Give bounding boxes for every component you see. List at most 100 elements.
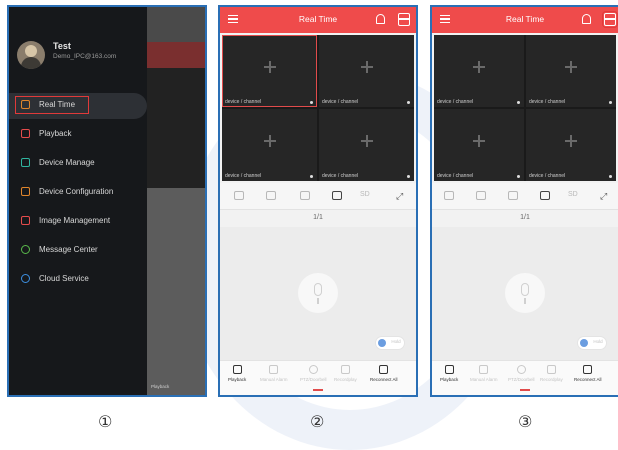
record-icon[interactable] [476,191,486,200]
add-icon[interactable] [565,135,577,147]
reconnect-icon [379,365,389,374]
page-title: Real Time [298,14,338,24]
quality-sd[interactable]: SD [568,191,578,198]
user-name: Test [53,41,71,51]
record-icon[interactable] [266,191,276,200]
nav-ptz[interactable]: PTZ/Doorbell [300,365,327,382]
user-email: Demo_IPC@163.com [53,53,117,60]
film-icon [232,365,242,374]
screen-side-menu: Playback Test Demo_IPC@163.com Real Time… [7,5,207,397]
add-icon[interactable] [473,135,485,147]
menu-item-message-center[interactable]: Message Center [9,238,147,264]
add-icon[interactable] [263,61,276,73]
film-icon [21,129,30,138]
add-icon[interactable] [263,135,276,147]
dimmed-main-screen: Playback [145,7,205,395]
talk-icon[interactable] [540,191,550,200]
microphone-button[interactable] [505,273,545,313]
bottom-nav: Playback Manual Alarm PTZ/Doorbell Recor… [220,360,416,395]
user-profile[interactable]: Test Demo_IPC@163.com [17,37,147,77]
video-cell[interactable]: device / channel [526,109,616,181]
alarm-icon [479,365,489,374]
nav-reconnect-all[interactable]: Reconnect All [574,365,602,382]
menu-item-real-time[interactable]: Real Time [9,93,147,119]
snapshot-icon[interactable] [234,191,244,200]
step-marker-2: ② [310,412,325,431]
menu-item-playback[interactable]: Playback [9,122,147,148]
hold-toggle[interactable]: Hold [376,337,404,349]
nav-indicator [520,389,530,391]
nav-playback[interactable]: Playback [440,365,458,382]
recordplay-icon [340,365,350,374]
menu-item-device-configuration[interactable]: Device Configuration [9,180,147,206]
talk-icon[interactable] [332,191,342,200]
nav-manual-alarm[interactable]: Manual Alarm [260,365,288,382]
settings-box-icon [21,187,30,196]
nav-recordplay[interactable]: Recordplay [334,365,357,382]
audio-icon[interactable] [508,191,518,200]
bell-icon[interactable] [376,14,385,24]
video-cell[interactable]: device / channel [319,35,414,107]
step-marker-3: ③ [518,412,533,431]
video-cell[interactable]: device / channel [526,35,616,107]
video-cell[interactable]: device / channel [319,109,414,181]
alarm-icon [269,365,279,374]
video-cell[interactable]: device / channel [222,35,317,107]
ptz-icon [516,365,526,374]
play-square-icon [21,100,30,109]
split-screen-icon[interactable] [602,11,618,28]
camera-icon [21,158,30,167]
menu-item-cloud-service[interactable]: Cloud Service [9,267,147,293]
reconnect-icon [583,365,593,374]
video-cell[interactable]: device / channel [222,109,317,181]
bell-icon[interactable] [582,14,591,24]
screen-real-time-split: Real Time device / channel device / chan… [430,5,618,397]
image-icon [21,216,30,225]
add-icon[interactable] [473,61,485,73]
side-drawer: Test Demo_IPC@163.com Real Time Playback… [9,7,147,395]
menu-label: Device Manage [39,158,95,167]
nav-reconnect-all[interactable]: Reconnect All [370,365,398,382]
page-indicator: 1/1 [313,214,323,221]
fullscreen-icon[interactable]: ⤢ [396,191,403,202]
menu-label: Device Configuration [39,187,114,196]
snapshot-icon[interactable] [444,191,454,200]
talk-area: Hold [432,227,618,362]
menu-label: Message Center [39,245,98,254]
microphone-button[interactable] [298,273,338,313]
toolbar: SD ⤢ [432,183,618,210]
ptz-icon [308,365,318,374]
screen-real-time: Real Time device / channel device / chan… [218,5,418,397]
menu-item-device-manage[interactable]: Device Manage [9,151,147,177]
video-grid: device / channel device / channel device… [434,35,616,181]
hold-toggle[interactable]: Hold [578,337,606,349]
menu-label: Cloud Service [39,274,89,283]
underlay-nav-label: Playback [151,384,170,389]
page-indicator: 1/1 [520,214,530,221]
top-bar: Real Time [432,7,618,33]
nav-playback[interactable]: Playback [228,365,246,382]
talk-area: Hold [220,227,416,362]
split-screen-icon[interactable] [398,13,410,26]
audio-icon[interactable] [300,191,310,200]
top-bar: Real Time [220,7,416,33]
menu-label: Playback [39,129,72,138]
nav-ptz[interactable]: PTZ/Doorbell [508,365,535,382]
add-icon[interactable] [360,135,373,147]
avatar [17,41,45,69]
chat-icon [21,245,30,254]
film-icon [444,365,454,374]
add-icon[interactable] [565,61,577,73]
nav-manual-alarm[interactable]: Manual Alarm [470,365,498,382]
recordplay-icon [546,365,556,374]
fullscreen-icon[interactable]: ⤢ [600,191,607,202]
video-cell[interactable]: device / channel [434,109,524,181]
add-icon[interactable] [360,61,373,73]
quality-sd[interactable]: SD [360,191,370,198]
toolbar: SD ⤢ [220,183,416,210]
nav-recordplay[interactable]: Recordplay [540,365,563,382]
video-grid: device / channel device / channel device… [222,35,414,181]
video-cell[interactable]: device / channel [434,35,524,107]
menu-item-image-management[interactable]: Image Management [9,209,147,235]
nav-indicator [313,389,323,391]
